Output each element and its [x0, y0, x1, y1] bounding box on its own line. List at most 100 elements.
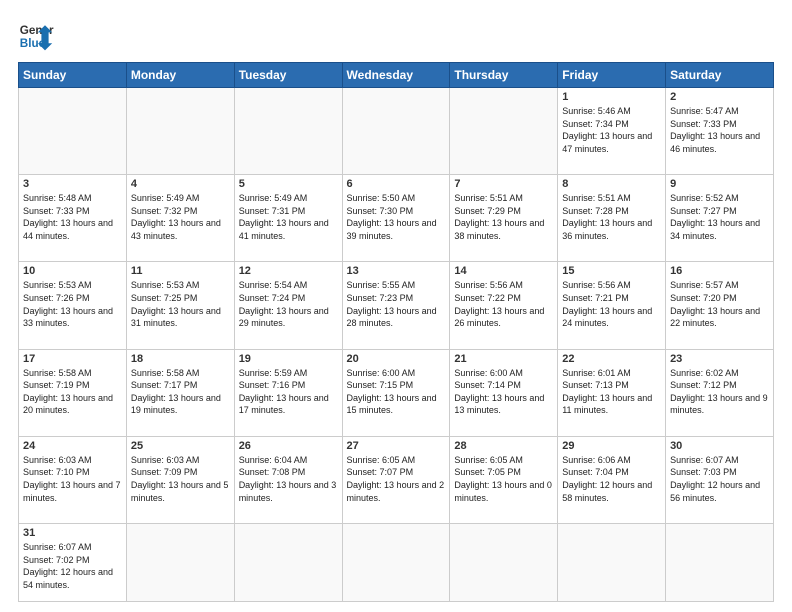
- day-number: 15: [562, 265, 661, 277]
- day-number: 21: [454, 353, 553, 365]
- calendar-cell: [234, 524, 342, 602]
- cell-info: Sunrise: 5:56 AM Sunset: 7:21 PM Dayligh…: [562, 279, 661, 329]
- calendar-cell: 28Sunrise: 6:05 AM Sunset: 7:05 PM Dayli…: [450, 436, 558, 523]
- cell-info: Sunrise: 5:47 AM Sunset: 7:33 PM Dayligh…: [670, 105, 769, 155]
- day-number: 31: [23, 527, 122, 539]
- calendar-cell: 29 Sunrise: 6:06 AM Sunset: 7:04 PM Dayli…: [558, 436, 666, 523]
- calendar-row-3: 17Sunrise: 5:58 AM Sunset: 7:19 PM Dayli…: [19, 349, 774, 436]
- cell-info: Sunrise: 6:05 AM Sunset: 7:05 PM Dayligh…: [454, 454, 553, 504]
- calendar-cell: [126, 88, 234, 175]
- day-number: 1: [562, 91, 661, 103]
- day-number: 11: [131, 265, 230, 277]
- day-number: 2: [670, 91, 769, 103]
- calendar-row-1: 3 Sunrise: 5:48 AM Sunset: 7:33 PM Daylig…: [19, 175, 774, 262]
- calendar-cell: 13 Sunrise: 5:55 AM Sunset: 7:23 PM Dayli…: [342, 262, 450, 349]
- cell-info: Sunrise: 5:55 AM Sunset: 7:23 PM Dayligh…: [347, 279, 446, 329]
- cell-info: Sunrise: 5:53 AM Sunset: 7:26 PM Dayligh…: [23, 279, 122, 329]
- calendar-cell: [450, 524, 558, 602]
- cell-info: Sunrise: 6:02 AM Sunset: 7:12 PM Dayligh…: [670, 367, 769, 417]
- calendar-row-0: 1 Sunrise: 5:46 AM Sunset: 7:34 PM Daylig…: [19, 88, 774, 175]
- cell-info: Sunrise: 6:06 AM Sunset: 7:04 PM Dayligh…: [562, 454, 661, 504]
- day-number: 29: [562, 440, 661, 452]
- logo: General Blue: [18, 18, 54, 54]
- calendar-cell: 21 Sunrise: 6:00 AM Sunset: 7:14 PM Dayli…: [450, 349, 558, 436]
- weekday-header-monday: Monday: [126, 63, 234, 88]
- calendar-cell: [342, 524, 450, 602]
- calendar-row-4: 24 Sunrise: 6:03 AM Sunset: 7:10 PM Dayli…: [19, 436, 774, 523]
- weekday-header-thursday: Thursday: [450, 63, 558, 88]
- weekday-header-sunday: Sunday: [19, 63, 127, 88]
- cell-info: Sunrise: 5:56 AM Sunset: 7:22 PM Dayligh…: [454, 279, 553, 329]
- calendar-cell: 7Sunrise: 5:51 AM Sunset: 7:29 PM Daylig…: [450, 175, 558, 262]
- cell-info: Sunrise: 5:59 AM Sunset: 7:16 PM Dayligh…: [239, 367, 338, 417]
- cell-info: Sunrise: 6:01 AM Sunset: 7:13 PM Dayligh…: [562, 367, 661, 417]
- weekday-header-row: SundayMondayTuesdayWednesdayThursdayFrid…: [19, 63, 774, 88]
- day-number: 3: [23, 178, 122, 190]
- day-number: 24: [23, 440, 122, 452]
- calendar-cell: 18 Sunrise: 5:58 AM Sunset: 7:17 PM Dayli…: [126, 349, 234, 436]
- calendar-cell: 22 Sunrise: 6:01 AM Sunset: 7:13 PM Dayli…: [558, 349, 666, 436]
- cell-info: Sunrise: 5:46 AM Sunset: 7:34 PM Dayligh…: [562, 105, 661, 155]
- day-number: 18: [131, 353, 230, 365]
- calendar-cell: 15 Sunrise: 5:56 AM Sunset: 7:21 PM Dayli…: [558, 262, 666, 349]
- day-number: 26: [239, 440, 338, 452]
- day-number: 19: [239, 353, 338, 365]
- cell-info: Sunrise: 5:54 AM Sunset: 7:24 PM Dayligh…: [239, 279, 338, 329]
- cell-info: Sunrise: 6:07 AM Sunset: 7:02 PM Dayligh…: [23, 541, 122, 591]
- cell-info: Sunrise: 5:49 AM Sunset: 7:32 PM Dayligh…: [131, 192, 230, 242]
- cell-info: Sunrise: 5:48 AM Sunset: 7:33 PM Dayligh…: [23, 192, 122, 242]
- day-number: 5: [239, 178, 338, 190]
- calendar-row-5: 31 Sunrise: 6:07 AM Sunset: 7:02 PM Dayli…: [19, 524, 774, 602]
- day-number: 9: [670, 178, 769, 190]
- page: General Blue SundayMondayTuesdayWednesda…: [0, 0, 792, 612]
- weekday-header-friday: Friday: [558, 63, 666, 88]
- header: General Blue: [18, 18, 774, 54]
- calendar-cell: 20 Sunrise: 6:00 AM Sunset: 7:15 PM Dayli…: [342, 349, 450, 436]
- cell-info: Sunrise: 5:50 AM Sunset: 7:30 PM Dayligh…: [347, 192, 446, 242]
- calendar-cell: 24 Sunrise: 6:03 AM Sunset: 7:10 PM Dayli…: [19, 436, 127, 523]
- day-number: 10: [23, 265, 122, 277]
- cell-info: Sunrise: 6:07 AM Sunset: 7:03 PM Dayligh…: [670, 454, 769, 504]
- cell-info: Sunrise: 6:04 AM Sunset: 7:08 PM Dayligh…: [239, 454, 338, 504]
- calendar-cell: 12Sunrise: 5:54 AM Sunset: 7:24 PM Dayli…: [234, 262, 342, 349]
- day-number: 22: [562, 353, 661, 365]
- calendar-row-2: 10 Sunrise: 5:53 AM Sunset: 7:26 PM Dayli…: [19, 262, 774, 349]
- cell-info: Sunrise: 6:03 AM Sunset: 7:09 PM Dayligh…: [131, 454, 230, 504]
- weekday-header-tuesday: Tuesday: [234, 63, 342, 88]
- calendar-cell: 25Sunrise: 6:03 AM Sunset: 7:09 PM Dayli…: [126, 436, 234, 523]
- day-number: 4: [131, 178, 230, 190]
- day-number: 20: [347, 353, 446, 365]
- day-number: 8: [562, 178, 661, 190]
- calendar-cell: 4 Sunrise: 5:49 AM Sunset: 7:32 PM Daylig…: [126, 175, 234, 262]
- calendar-cell: 10 Sunrise: 5:53 AM Sunset: 7:26 PM Dayli…: [19, 262, 127, 349]
- cell-info: Sunrise: 6:03 AM Sunset: 7:10 PM Dayligh…: [23, 454, 122, 504]
- day-number: 6: [347, 178, 446, 190]
- calendar-cell: [19, 88, 127, 175]
- calendar-cell: 6 Sunrise: 5:50 AM Sunset: 7:30 PM Daylig…: [342, 175, 450, 262]
- calendar-cell: 16Sunrise: 5:57 AM Sunset: 7:20 PM Dayli…: [666, 262, 774, 349]
- cell-info: Sunrise: 5:58 AM Sunset: 7:17 PM Dayligh…: [131, 367, 230, 417]
- calendar-cell: 19 Sunrise: 5:59 AM Sunset: 7:16 PM Dayli…: [234, 349, 342, 436]
- calendar-cell: 27Sunrise: 6:05 AM Sunset: 7:07 PM Dayli…: [342, 436, 450, 523]
- calendar-cell: 14Sunrise: 5:56 AM Sunset: 7:22 PM Dayli…: [450, 262, 558, 349]
- calendar-cell: [342, 88, 450, 175]
- calendar-cell: 3 Sunrise: 5:48 AM Sunset: 7:33 PM Daylig…: [19, 175, 127, 262]
- day-number: 17: [23, 353, 122, 365]
- calendar-cell: 11 Sunrise: 5:53 AM Sunset: 7:25 PM Dayli…: [126, 262, 234, 349]
- weekday-header-saturday: Saturday: [666, 63, 774, 88]
- calendar-cell: 26 Sunrise: 6:04 AM Sunset: 7:08 PM Dayli…: [234, 436, 342, 523]
- cell-info: Sunrise: 5:53 AM Sunset: 7:25 PM Dayligh…: [131, 279, 230, 329]
- calendar-cell: 9 Sunrise: 5:52 AM Sunset: 7:27 PM Daylig…: [666, 175, 774, 262]
- cell-info: Sunrise: 5:49 AM Sunset: 7:31 PM Dayligh…: [239, 192, 338, 242]
- calendar-cell: 2 Sunrise: 5:47 AM Sunset: 7:33 PM Daylig…: [666, 88, 774, 175]
- cell-info: Sunrise: 5:57 AM Sunset: 7:20 PM Dayligh…: [670, 279, 769, 329]
- cell-info: Sunrise: 6:00 AM Sunset: 7:15 PM Dayligh…: [347, 367, 446, 417]
- day-number: 13: [347, 265, 446, 277]
- cell-info: Sunrise: 5:52 AM Sunset: 7:27 PM Dayligh…: [670, 192, 769, 242]
- calendar-cell: [666, 524, 774, 602]
- calendar-cell: 23Sunrise: 6:02 AM Sunset: 7:12 PM Dayli…: [666, 349, 774, 436]
- calendar-cell: 8Sunrise: 5:51 AM Sunset: 7:28 PM Daylig…: [558, 175, 666, 262]
- cell-info: Sunrise: 6:00 AM Sunset: 7:14 PM Dayligh…: [454, 367, 553, 417]
- calendar-cell: [234, 88, 342, 175]
- cell-info: Sunrise: 6:05 AM Sunset: 7:07 PM Dayligh…: [347, 454, 446, 504]
